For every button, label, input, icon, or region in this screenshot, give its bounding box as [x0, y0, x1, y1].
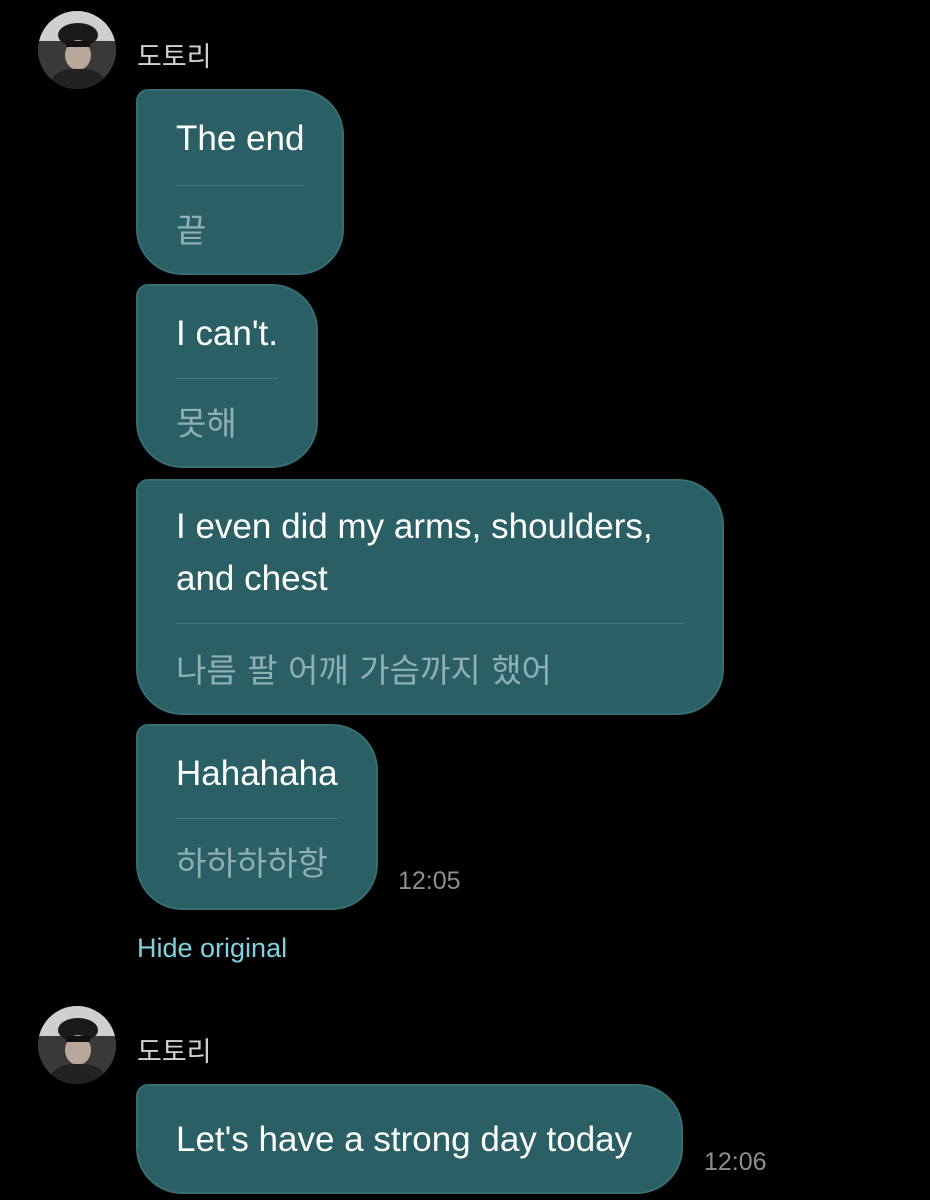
message-text: and chest	[176, 559, 328, 598]
message-bubble[interactable]: Hahahaha 하하하하항	[136, 724, 378, 910]
avatar-photo	[38, 11, 116, 89]
message-text: Hahahaha	[176, 754, 338, 793]
message-text: Let's have a strong day today	[176, 1120, 633, 1159]
message-text: I even did my arms, shoulders,	[176, 507, 653, 546]
message-bubble[interactable]: I can't. 못해	[136, 284, 318, 468]
message-text: The end	[176, 119, 305, 158]
message-bubble[interactable]: Let's have a strong day today	[136, 1084, 683, 1194]
translated-text: 못해	[176, 404, 237, 443]
translation-divider	[176, 623, 684, 624]
message-timestamp: 12:05	[398, 867, 461, 895]
message-text: I can't.	[176, 314, 279, 353]
message-bubble[interactable]: The end 끝	[136, 89, 344, 275]
translated-text: 하하하하항	[176, 844, 328, 883]
message-timestamp: 12:06	[704, 1148, 767, 1176]
translation-divider	[176, 378, 278, 379]
message-bubble[interactable]: I even did my arms, shoulders, and chest…	[136, 479, 724, 715]
hide-original-link[interactable]: Hide original	[137, 933, 287, 964]
sender-name: 도토리	[137, 42, 212, 73]
translated-text: 끝	[176, 211, 207, 250]
avatar[interactable]	[38, 1006, 116, 1084]
sender-name: 도토리	[137, 1037, 212, 1068]
translation-divider	[176, 185, 304, 186]
translated-text: 나름 팔 어깨 가슴까지 했어	[176, 651, 552, 690]
avatar-photo	[38, 1006, 116, 1084]
translation-divider	[176, 818, 338, 819]
avatar[interactable]	[38, 11, 116, 89]
